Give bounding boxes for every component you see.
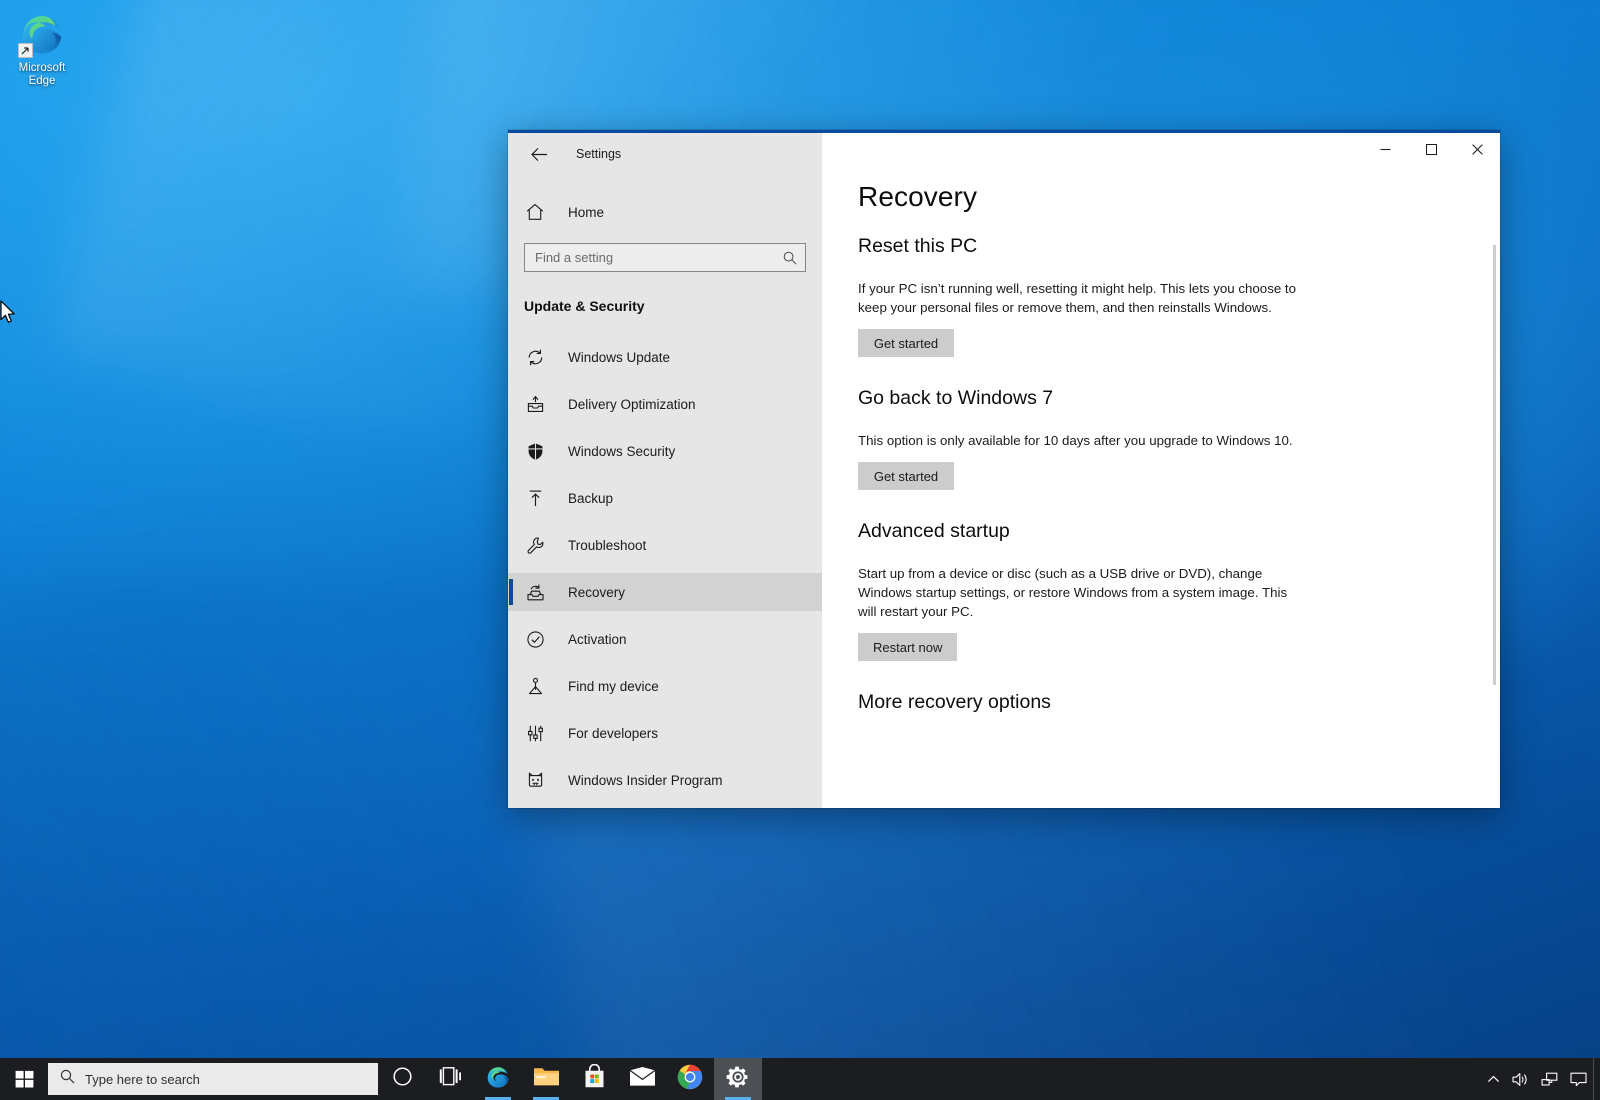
taskbar-microsoft-edge-button[interactable] [474,1058,522,1100]
taskbar-mail-button[interactable] [618,1058,666,1100]
settings-window: Settings Home [508,130,1500,808]
taskbar: Type here to search [0,1058,1600,1100]
start-button[interactable] [0,1058,48,1100]
window-controls [1362,133,1500,165]
section-title: Go back to Windows 7 [858,387,1500,410]
shortcut-arrow-icon [18,43,33,58]
sidebar-item-backup[interactable]: Backup [508,479,822,517]
recovery-icon [524,583,546,602]
mouse-cursor [0,300,18,331]
sidebar-search-wrap [508,231,822,272]
content-scrollbar[interactable] [1493,245,1496,685]
show-hidden-icons-icon[interactable] [1480,1058,1506,1100]
sidebar-item-label: Troubleshoot [568,538,646,553]
check-circle-icon [524,630,546,649]
shield-icon [524,442,546,461]
minimize-button[interactable] [1362,133,1408,165]
sidebar-item-label: Activation [568,632,627,647]
settings-gear-icon [726,1065,750,1094]
taskbar-search-placeholder: Type here to search [85,1072,200,1087]
search-box[interactable] [524,243,806,272]
sidebar-item-label: Find my device [568,679,659,694]
section-title: More recovery options [858,691,1500,714]
section-go-back-to-windows-7: Go back to Windows 7 This option is only… [858,387,1500,490]
sidebar-item-label: Windows Update [568,350,670,365]
desktop-icon-label: Microsoft Edge [4,62,80,88]
sidebar-item-activation[interactable]: Activation [508,620,822,658]
action-center-icon[interactable] [1564,1058,1593,1100]
taskbar-app-icons [378,1058,762,1100]
reset-pc-get-started-button[interactable]: Get started [858,329,954,357]
sidebar-section-title: Update & Security [508,272,822,314]
taskbar-google-chrome-button[interactable] [666,1058,714,1100]
sidebar-item-for-developers[interactable]: For developers [508,714,822,752]
find-device-icon [524,677,546,696]
search-icon [60,1069,75,1089]
mail-icon [629,1066,656,1092]
system-tray [1480,1058,1600,1100]
page-title: Recovery [858,181,1500,213]
restart-now-button[interactable]: Restart now [858,633,957,661]
back-button[interactable] [524,140,554,168]
taskbar-file-explorer-button[interactable] [522,1058,570,1100]
settings-content: Recovery Reset this PC If your PC isn’t … [822,133,1500,808]
volume-icon[interactable] [1506,1058,1535,1100]
section-description: If your PC isn’t running well, resetting… [858,279,1300,317]
section-description: Start up from a device or disc (such as … [858,564,1300,621]
sidebar-header: Settings [508,133,822,175]
developer-tools-icon [524,724,546,743]
search-input[interactable] [525,244,805,271]
delivery-icon [524,395,546,414]
sidebar-item-find-my-device[interactable]: Find my device [508,667,822,705]
taskbar-cortana-button[interactable] [378,1058,426,1100]
window-title: Settings [576,147,621,161]
microsoft-store-icon [583,1064,606,1094]
taskbar-task-view-button[interactable] [426,1058,474,1100]
close-button[interactable] [1454,133,1500,165]
sidebar-item-label: Windows Security [568,444,675,459]
section-reset-this-pc: Reset this PC If your PC isn’t running w… [858,235,1500,357]
sidebar-item-label: Delivery Optimization [568,397,696,412]
maximize-button[interactable] [1408,133,1454,165]
sync-icon [524,348,546,367]
sidebar-item-label: Windows Insider Program [568,773,723,788]
sidebar-item-windows-insider-program[interactable]: Windows Insider Program [508,761,822,799]
upload-arrow-icon [524,489,546,508]
section-title: Advanced startup [858,520,1500,543]
task-view-icon [439,1067,462,1091]
go-back-get-started-button[interactable]: Get started [858,462,954,490]
insider-cat-icon [524,771,546,790]
settings-sidebar: Settings Home [508,133,822,808]
sidebar-item-label: Home [568,205,604,220]
sidebar-item-label: Recovery [568,585,625,600]
sidebar-item-troubleshoot[interactable]: Troubleshoot [508,526,822,564]
home-icon [524,203,546,221]
sidebar-item-windows-update[interactable]: Windows Update [508,338,822,376]
sidebar-item-recovery[interactable]: Recovery [508,573,822,611]
section-description: This option is only available for 10 day… [858,431,1300,450]
sidebar-item-label: For developers [568,726,658,741]
sidebar-nav-list: Windows Update Delivery Optimization [508,338,822,808]
sidebar-item-delivery-optimization[interactable]: Delivery Optimization [508,385,822,423]
taskbar-microsoft-store-button[interactable] [570,1058,618,1100]
sidebar-item-windows-security[interactable]: Windows Security [508,432,822,470]
section-advanced-startup: Advanced startup Start up from a device … [858,520,1500,661]
taskbar-search[interactable]: Type here to search [48,1063,378,1095]
network-icon[interactable] [1535,1058,1564,1100]
file-explorer-icon [533,1065,560,1093]
cortana-icon [392,1066,413,1092]
microsoft-edge-icon [18,10,66,58]
microsoft-edge-icon [485,1064,511,1095]
sidebar-item-home[interactable]: Home [508,193,822,231]
wrench-icon [524,536,546,555]
section-more-recovery-options: More recovery options [858,691,1500,714]
taskbar-settings-button[interactable] [714,1058,762,1100]
section-title: Reset this PC [858,235,1500,258]
desktop-icon-microsoft-edge[interactable]: Microsoft Edge [4,6,80,88]
google-chrome-icon [677,1064,703,1095]
sidebar-item-label: Backup [568,491,613,506]
search-icon [783,251,797,265]
show-desktop-button[interactable] [1593,1058,1600,1100]
